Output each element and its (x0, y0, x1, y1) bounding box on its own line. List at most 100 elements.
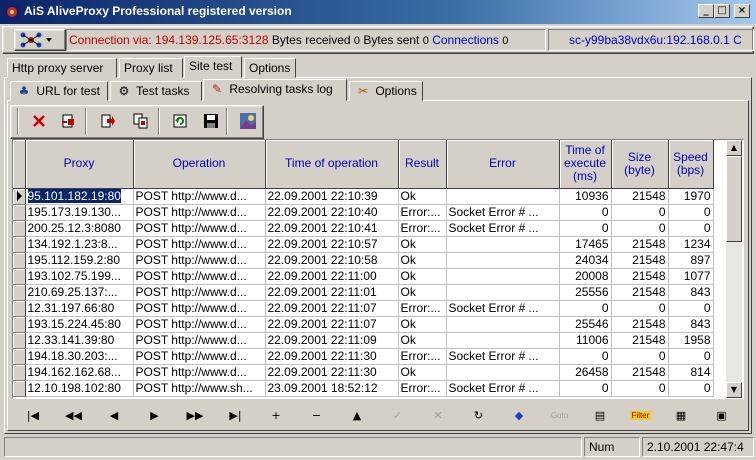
grid-cell[interactable]: POST http://www.d... (133, 348, 266, 365)
grid-cell[interactable]: 23.09.2001 18:52:12 (265, 380, 399, 397)
table-row[interactable]: 210.69.25.137:... POST http://www.d... 22.… (13, 284, 714, 301)
goto-bookmark-button[interactable]: Goto (545, 404, 575, 426)
grid-cell[interactable]: Ok (398, 252, 447, 269)
row-indicator[interactable] (13, 236, 26, 253)
grid-cell[interactable]: POST http://www.d... (133, 332, 266, 349)
delete-record-button[interactable]: − (302, 404, 332, 426)
grid-cell[interactable]: 21548 (611, 316, 669, 333)
grid-cell[interactable]: POST http://www.sh... (133, 380, 266, 397)
grid-cell[interactable]: Ok (398, 284, 447, 301)
bookmark-button[interactable]: ◆ (504, 404, 534, 426)
tab-url-for-test[interactable]: ♣ URL for test (10, 81, 108, 101)
grid-cell[interactable] (446, 268, 560, 285)
picture-button[interactable] (236, 109, 260, 133)
next-record-button[interactable]: ▶ (140, 404, 170, 426)
table-row[interactable]: 194.18.30.203:... POST http://www.d... 22.… (13, 348, 714, 365)
table-row[interactable]: 193.102.75.199... POST http://www.d... 22.… (13, 268, 714, 285)
grid-cell[interactable]: 22.09.2001 22:11:30 (265, 348, 399, 365)
grid-cell[interactable]: 0 (611, 204, 669, 221)
save-button[interactable] (199, 109, 223, 133)
tab-sub-options[interactable]: ✂ Options (349, 81, 423, 101)
table-row[interactable]: 12.10.198.102:80 POST http://www.sh... 23.… (13, 380, 714, 397)
grid-cell[interactable]: 1234 (668, 236, 714, 253)
grid-cell[interactable]: 0 (611, 348, 669, 365)
row-indicator[interactable] (13, 204, 26, 221)
row-indicator[interactable] (13, 252, 26, 269)
grid-cell[interactable]: POST http://www.d... (133, 252, 266, 269)
column-header-speed[interactable]: Speed (bps) (668, 140, 714, 189)
table-row[interactable]: 194.162.162.68... POST http://www.d... 22.… (13, 364, 714, 381)
grid-cell[interactable]: Ok (398, 268, 447, 285)
table-row[interactable]: 200.25.12.3:8080 POST http://www.d... 22.0… (13, 220, 714, 237)
row-indicator[interactable] (13, 220, 26, 237)
grid-cell[interactable]: 21548 (611, 268, 669, 285)
grid-cell[interactable]: 0 (611, 220, 669, 237)
grid-cell[interactable]: 22.09.2001 22:11:00 (265, 268, 399, 285)
grid-cell[interactable]: 11006 (559, 332, 612, 349)
grid-cell[interactable]: 0 (668, 300, 714, 317)
grid-cell[interactable] (446, 332, 560, 349)
grid-cell[interactable]: 0 (559, 348, 612, 365)
edit-record-button[interactable]: ▲ (342, 404, 372, 426)
grid-cell[interactable]: 1970 (668, 188, 714, 205)
clear-log-button[interactable] (56, 109, 80, 133)
last-record-button[interactable]: ▶| (221, 404, 251, 426)
scroll-thumb[interactable] (726, 156, 742, 242)
grid-cell[interactable]: 0 (559, 300, 612, 317)
column-header-time-of-execute[interactable]: Time of execute (ms) (559, 140, 612, 189)
vertical-scrollbar[interactable]: ▲ ▼ (726, 140, 742, 398)
tab-test-tasks[interactable]: ⚙ Test tasks (110, 81, 202, 101)
table-row[interactable]: 193.15.224.45:80 POST http://www.d... 22.0… (13, 316, 714, 333)
column-header-size[interactable]: Size (byte) (611, 140, 669, 189)
column-header-error[interactable]: Error (446, 140, 560, 189)
grid-cell[interactable]: Socket Error # ... (446, 348, 560, 365)
grid-cell[interactable]: 21548 (611, 188, 669, 205)
table-row[interactable]: 12.31.197.66:80 POST http://www.d... 22.09… (13, 300, 714, 317)
grid-cell[interactable]: 12.31.197.66:80 (25, 300, 134, 317)
scroll-up-arrow-icon[interactable]: ▲ (726, 140, 742, 156)
grid-cell[interactable]: 814 (668, 364, 714, 381)
grid-cell[interactable]: 0 (611, 300, 669, 317)
grid-cell[interactable]: Error:... (398, 380, 447, 397)
grid-cell[interactable]: 1958 (668, 332, 714, 349)
grid-cell[interactable]: Error:... (398, 204, 447, 221)
row-indicator[interactable] (13, 348, 26, 365)
grid-cell[interactable]: POST http://www.d... (133, 284, 266, 301)
export-button[interactable] (96, 109, 120, 133)
grid-cell[interactable]: 0 (668, 380, 714, 397)
table-row[interactable]: 95.101.182.19:80 POST http://www.d... 22.0… (13, 188, 714, 205)
table-row[interactable]: 12.33.141.39:80 POST http://www.d... 22.09… (13, 332, 714, 349)
grid-cell[interactable]: 843 (668, 316, 714, 333)
grid-cell[interactable]: 25556 (559, 284, 612, 301)
copy-button[interactable] (129, 109, 153, 133)
grid-cell[interactable] (446, 284, 560, 301)
grid-cell[interactable]: Socket Error # ... (446, 300, 560, 317)
grid-cell[interactable]: 195.173.19.130... (25, 204, 134, 221)
grid-cell[interactable]: 10936 (559, 188, 612, 205)
grid-cell[interactable]: 25546 (559, 316, 612, 333)
column-header-time-of-operation[interactable]: Time of operation (265, 140, 399, 189)
row-indicator[interactable] (13, 364, 26, 381)
grid-cell[interactable]: Ok (398, 188, 447, 205)
grid-cell[interactable]: POST http://www.d... (133, 188, 266, 205)
grid-cell[interactable]: 21548 (611, 332, 669, 349)
grid-cell[interactable]: Error:... (398, 300, 447, 317)
grid-cell[interactable] (446, 316, 560, 333)
table-row[interactable]: 134.192.1.23:8... POST http://www.d... 22.… (13, 236, 714, 253)
grid-cell[interactable]: 0 (668, 348, 714, 365)
proxy-menu-button[interactable] (14, 29, 66, 51)
delete-button[interactable] (27, 109, 51, 133)
grid-cell[interactable]: POST http://www.d... (133, 204, 266, 221)
grid-cell[interactable]: Error:... (398, 348, 447, 365)
close-button[interactable]: × (734, 4, 750, 18)
scroll-down-arrow-icon[interactable]: ▼ (726, 382, 742, 398)
tab-options[interactable]: Options (244, 58, 296, 78)
row-indicator[interactable] (13, 188, 26, 205)
grid-cell[interactable]: 22.09.2001 22:11:07 (265, 300, 399, 317)
grid-cell[interactable]: 22.09.2001 22:10:41 (265, 220, 399, 237)
grid-cell[interactable]: 210.69.25.137:... (25, 284, 134, 301)
grid-cell[interactable]: 21548 (611, 284, 669, 301)
grid-cell[interactable]: 24034 (559, 252, 612, 269)
grid-cell[interactable] (446, 364, 560, 381)
grid-cell[interactable]: 897 (668, 252, 714, 269)
